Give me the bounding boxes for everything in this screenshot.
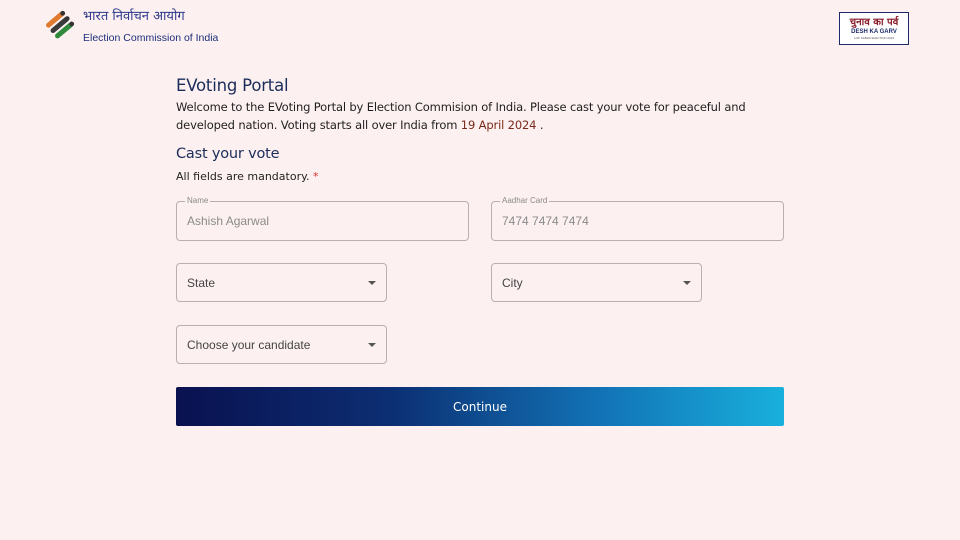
org-name-hindi: भारत निर्वाचन आयोग <box>83 9 185 24</box>
chevron-down-icon <box>368 281 376 285</box>
voting-start-date: 19 April 2024 <box>460 118 537 132</box>
city-select[interactable]: City <box>491 263 702 302</box>
name-field-value[interactable]: Ashish Agarwal <box>187 214 269 228</box>
mandatory-note: All fields are mandatory. * <box>176 170 784 183</box>
eci-logo: भारत निर्वाचन आयोग Election Commission o… <box>42 6 218 44</box>
aadhar-field-label: Aadhar Card <box>500 196 550 205</box>
name-field[interactable]: Name Ashish Agarwal <box>176 196 469 241</box>
welcome-text: Welcome to the EVoting Portal by Electio… <box>176 98 784 134</box>
badge-hindi-text: चुनाव का पर्व <box>849 17 899 28</box>
portal-title: EVoting Portal <box>176 76 289 95</box>
state-select-label: State <box>187 276 216 290</box>
badge-sub-text: LOK SABHA ELECTION 2024 <box>853 36 895 40</box>
chunav-ka-parv-badge: चुनाव का पर्व DESH KA GARV LOK SABHA ELE… <box>839 12 909 45</box>
welcome-suffix: . <box>536 118 544 132</box>
aadhar-field[interactable]: Aadhar Card 7474 7474 7474 <box>491 196 784 241</box>
chevron-down-icon <box>683 281 691 285</box>
name-field-label: Name <box>185 196 211 205</box>
city-select-label: City <box>502 276 523 290</box>
aadhar-field-value[interactable]: 7474 7474 7474 <box>502 214 589 228</box>
chevron-down-icon <box>368 343 376 347</box>
mandatory-text: All fields are mandatory. <box>176 170 314 183</box>
continue-button[interactable]: Continue <box>176 387 784 426</box>
cast-vote-title: Cast your vote <box>176 146 280 162</box>
state-select[interactable]: State <box>176 263 387 302</box>
badge-english-text: DESH KA GARV <box>851 29 897 35</box>
candidate-select-label: Choose your candidate <box>187 338 311 352</box>
main-content: EVoting Portal Welcome to the EVoting Po… <box>176 74 784 183</box>
candidate-select[interactable]: Choose your candidate <box>176 325 387 364</box>
required-asterisk: * <box>313 170 319 183</box>
ballot-finger-emblem-icon <box>46 10 75 39</box>
org-name-english: Election Commission of India <box>83 32 219 44</box>
